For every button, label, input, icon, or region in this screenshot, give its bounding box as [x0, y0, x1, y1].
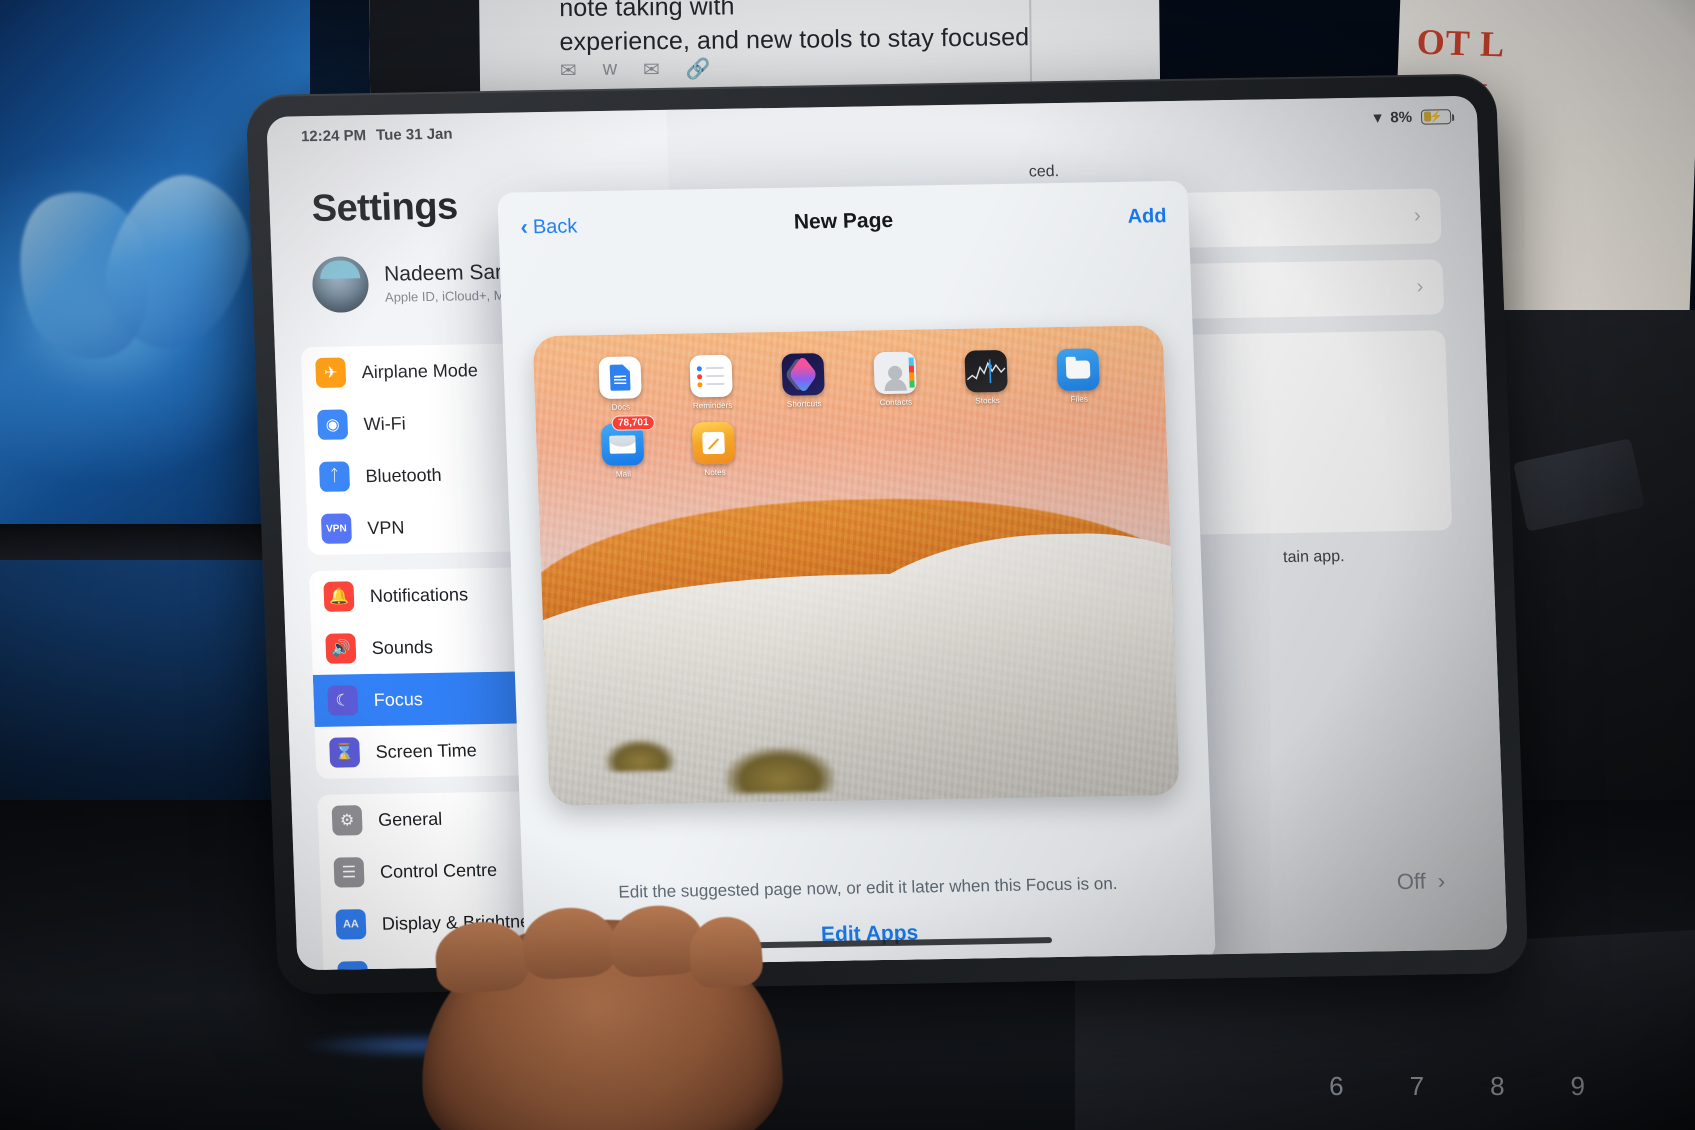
- app-stocks[interactable]: Stocks: [940, 350, 1034, 407]
- account-subtitle: Apple ID, iCloud+, M: [384, 287, 505, 305]
- app-docs[interactable]: Docs: [573, 356, 667, 413]
- app-label: Shortcuts: [786, 399, 822, 409]
- app-shortcuts[interactable]: Shortcuts: [757, 353, 851, 410]
- mail-icon: ✉: [642, 59, 660, 82]
- notes-app-icon: [692, 421, 736, 465]
- reminders-app-icon: [689, 354, 734, 398]
- app-label: Notes: [704, 467, 726, 478]
- hand: [411, 902, 789, 1130]
- comment-icon: ✉: [559, 59, 577, 83]
- sidebar-item-label: Notifications: [369, 583, 469, 606]
- wifi-icon: ◉: [317, 409, 349, 440]
- status-bar-left: 12:24 PM Tue 31 Jan: [301, 125, 453, 145]
- app-row-1: Docs Reminders Shortcuts Contacts Stocks…: [573, 348, 1125, 425]
- add-button[interactable]: Add: [1127, 205, 1167, 229]
- wallpaper-shrub: [724, 745, 836, 794]
- screen-time-icon: ⌛: [329, 737, 361, 768]
- app-label: Mail: [615, 469, 632, 479]
- twitter-icon: w: [602, 57, 618, 80]
- off-value-label: Off: [1396, 868, 1427, 895]
- chevron-right-icon: ›: [1413, 204, 1422, 227]
- sidebar-item-label: General: [377, 808, 443, 830]
- date-label: Tue 31 Jan: [375, 125, 453, 144]
- home-screen-icon: ▦: [337, 961, 369, 971]
- app-label: Reminders: [692, 400, 733, 411]
- sidebar-item-label: Bluetooth: [365, 464, 442, 486]
- sidebar-item-label: Focus: [373, 688, 424, 710]
- sidebar-item-label: VPN: [367, 516, 405, 538]
- app-notes[interactable]: Notes: [667, 421, 761, 478]
- app-label: Docs: [611, 402, 631, 412]
- article-line-2: experience, and new tools to stay focuse…: [559, 22, 1030, 56]
- control-centre-icon: ☰: [333, 857, 365, 888]
- sounds-icon: 🔊: [325, 633, 357, 664]
- sidebar-item-label: Sounds: [371, 636, 434, 658]
- mail-badge: 78,701: [611, 415, 655, 431]
- home-screen-page-preview[interactable]: Docs Reminders Shortcuts Contacts Stocks…: [532, 325, 1180, 806]
- link-icon: 🔗: [685, 58, 711, 81]
- app-mail[interactable]: 78,701 Mail: [576, 415, 670, 480]
- sidebar-item-label: Screen Time: [375, 739, 478, 762]
- battery-percent-label: 8%: [1390, 108, 1413, 126]
- app-icon-grid: Docs Reminders Shortcuts Contacts Stocks…: [533, 347, 1168, 492]
- page-preview-wrap: Docs Reminders Shortcuts Contacts Stocks…: [500, 251, 1213, 877]
- modal-header: ‹ Back New Page Add: [497, 181, 1190, 263]
- sidebar-item-label: Wi-Fi: [363, 412, 406, 434]
- docs-app-icon: [598, 356, 642, 400]
- gear-icon: ⚙: [331, 805, 363, 836]
- keyboard-number-row: 6 7 8 9: [1329, 1071, 1585, 1102]
- sidebar-item-label: Control Centre: [379, 859, 498, 882]
- wifi-icon: ▾: [1373, 109, 1382, 127]
- app-label: Stocks: [975, 396, 1001, 406]
- chevron-left-icon: ‹: [520, 214, 529, 240]
- new-page-modal[interactable]: ‹ Back New Page Add Docs Reminders Short…: [497, 180, 1216, 971]
- display-brightness-icon: AA: [335, 909, 367, 940]
- footer-note: Edit the suggested page now, or edit it …: [618, 874, 1118, 902]
- back-button-label: Back: [532, 214, 578, 238]
- status-bar-right: ▾ 8% ⚡: [1373, 107, 1452, 127]
- stocks-app-icon: [964, 350, 1009, 393]
- battery-charging-icon: ⚡: [1420, 108, 1452, 125]
- app-label: Contacts: [879, 397, 913, 408]
- airplane-icon: ✈: [315, 357, 347, 388]
- app-contacts[interactable]: Contacts: [848, 351, 942, 408]
- shortcuts-app-icon: [781, 353, 826, 396]
- clock: 12:24 PM: [300, 126, 367, 145]
- account-name: Nadeem Sarw: [383, 260, 518, 286]
- app-row-2: 78,701 Mail Notes: [576, 415, 1128, 492]
- key-8: 8: [1490, 1071, 1505, 1101]
- ipad-device: 12:24 PM Tue 31 Jan ▾ 8% ⚡ ced. › › tain…: [245, 73, 1529, 995]
- focus-icon: ☾: [327, 685, 359, 716]
- wallpaper-shrub: [604, 738, 676, 773]
- key-9: 9: [1570, 1071, 1585, 1101]
- ipad-screen[interactable]: 12:24 PM Tue 31 Jan ▾ 8% ⚡ ced. › › tain…: [266, 95, 1508, 971]
- bluetooth-icon: ᛏ: [318, 461, 351, 492]
- files-app-icon: [1056, 348, 1100, 392]
- avatar: [311, 256, 370, 314]
- article-text: note taking with experience, and new too…: [559, 0, 1120, 60]
- stocks-chart-glyph: [967, 359, 1006, 384]
- app-files[interactable]: Files: [1032, 348, 1126, 405]
- back-button[interactable]: ‹ Back: [520, 213, 578, 240]
- focus-off-row[interactable]: Off ›: [1396, 868, 1445, 895]
- vpn-icon: VPN: [320, 513, 352, 544]
- notifications-icon: 🔔: [323, 581, 355, 612]
- key-6: 6: [1329, 1071, 1344, 1101]
- contacts-app-icon: [873, 351, 917, 395]
- chevron-right-icon: ›: [1437, 868, 1446, 894]
- photo-scene: note taking with experience, and new too…: [0, 0, 1695, 1130]
- app-reminders[interactable]: Reminders: [665, 354, 759, 411]
- modal-title: New Page: [793, 208, 894, 234]
- chevron-right-icon: ›: [1416, 275, 1424, 298]
- article-share-icons: ✉ w ✉ 🔗: [560, 57, 711, 84]
- app-label: Files: [1070, 394, 1089, 404]
- sidebar-item-label: Airplane Mode: [361, 359, 479, 382]
- key-7: 7: [1409, 1071, 1425, 1101]
